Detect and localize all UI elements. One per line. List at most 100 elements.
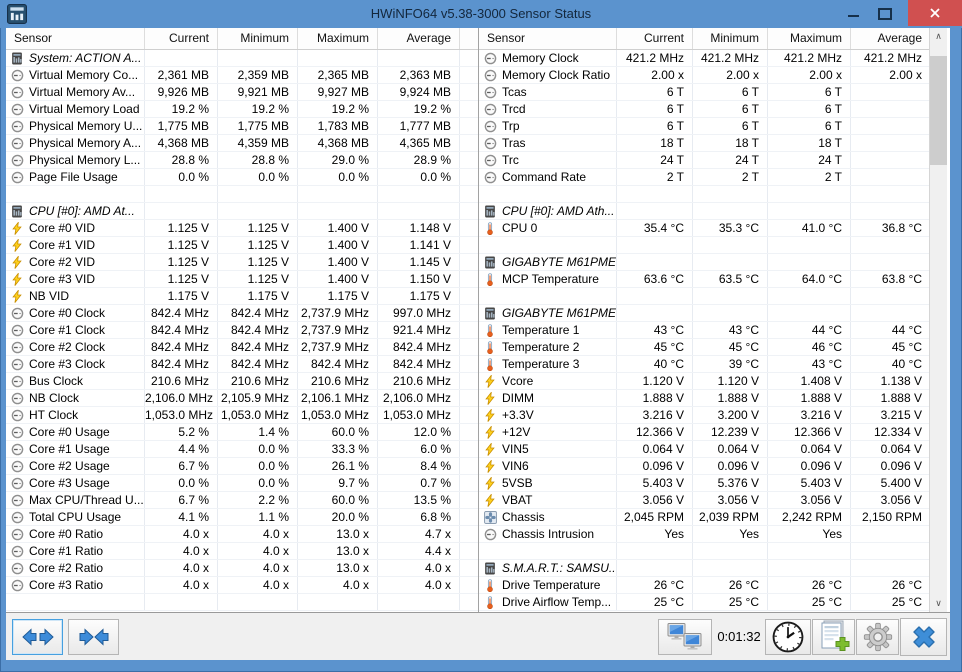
sensor-row[interactable]: Temperature 2 45 °C 45 °C 46 °C 45 °C	[479, 339, 930, 356]
sensor-row[interactable]: Core #0 VID 1.125 V 1.125 V 1.400 V 1.148 V	[6, 220, 478, 237]
column-header-minimum[interactable]: Minimum	[693, 28, 768, 49]
sensor-row[interactable]: Physical Memory L... 28.8 % 28.8 % 29.0 % 28…	[6, 152, 478, 169]
sensor-row[interactable]: Core #0 Clock 842.4 MHz 842.4 MHz 2,737.9 M…	[6, 305, 478, 322]
sensor-row[interactable]: Virtual Memory Load 19.2 % 19.2 % 19.2 % 19.…	[6, 101, 478, 118]
sensor-row[interactable]: Trp 6 T6 T6 T	[479, 118, 930, 135]
sensor-row[interactable]: Core #1 Usage 4.4 % 0.0 % 33.3 % 6.0 %	[6, 441, 478, 458]
clock-button[interactable]	[765, 619, 811, 655]
sensor-row[interactable]: Chassis Intrusion Yes Yes Yes	[479, 526, 930, 543]
sensor-row[interactable]: Core #1 Ratio 4.0 x 4.0 x 13.0 x 4.4 x	[6, 543, 478, 560]
sensor-row[interactable]: Total CPU Usage 4.1 % 1.1 % 20.0 % 6.8 %	[6, 509, 478, 526]
scroll-up-button[interactable]: ∧	[930, 28, 947, 45]
sensor-row[interactable]: NB Clock 2,106.0 MHz 2,105.9 MHz 2,106.1 MH…	[6, 390, 478, 407]
sensor-row[interactable]: Core #3 VID 1.125 V 1.125 V 1.400 V 1.150 V	[6, 271, 478, 288]
value-current: 9,926 MB	[145, 84, 218, 100]
sensor-row[interactable]: Command Rate 2 T2 T2 T	[479, 169, 930, 186]
expand-columns-button[interactable]	[12, 619, 63, 655]
sensor-row[interactable]: Memory Clock 421.2 MHz 421.2 MHz 421.2 MHz 4…	[479, 50, 930, 67]
section-row[interactable]: System: ACTION A...	[6, 50, 478, 67]
section-label: S.M.A.R.T.: SAMSU...	[502, 561, 617, 575]
column-header-maximum[interactable]: Maximum	[768, 28, 851, 49]
section-row[interactable]: GIGABYTE M61PME...	[479, 254, 930, 271]
section-row[interactable]: CPU [#0]: AMD At...	[6, 203, 478, 220]
sensor-row[interactable]: Core #2 Usage 6.7 % 0.0 % 26.1 % 8.4 %	[6, 458, 478, 475]
sensor-row[interactable]: Max CPU/Thread U... 6.7 % 2.2 % 60.0 % 13.5 …	[6, 492, 478, 509]
sensor-row[interactable]: VIN6 0.096 V 0.096 V 0.096 V 0.096 V	[479, 458, 930, 475]
sensor-row[interactable]: VBAT 3.056 V 3.056 V 3.056 V 3.056 V	[479, 492, 930, 509]
sensor-label-cell	[479, 186, 617, 202]
sensor-row[interactable]: Tras 18 T 18 T 18 T	[479, 135, 930, 152]
section-row[interactable]: CPU [#0]: AMD Ath...	[479, 203, 930, 220]
sensor-row[interactable]: Temperature 3 40 °C 39 °C 43 °C 40 °C	[479, 356, 930, 373]
collapse-columns-button[interactable]	[68, 619, 119, 655]
value-maximum: 2.00 x	[768, 67, 851, 83]
sensor-row[interactable]: Core #2 Ratio 4.0 x 4.0 x 13.0 x 4.0 x	[6, 560, 478, 577]
column-header-maximum[interactable]: Maximum	[298, 28, 378, 49]
sensor-row[interactable]: Physical Memory A... 4,368 MB 4,359 MB 4,36…	[6, 135, 478, 152]
minimize-button[interactable]	[838, 0, 868, 26]
sensor-row[interactable]: Virtual Memory Av... 9,926 MB 9,921 MB 9,92…	[6, 84, 478, 101]
scroll-down-button[interactable]: ∨	[930, 595, 947, 612]
sensor-row[interactable]: Core #1 Clock 842.4 MHz 842.4 MHz 2,737.9 M…	[6, 322, 478, 339]
close-window-button[interactable]	[908, 0, 962, 26]
sensor-row[interactable]: Virtual Memory Co... 2,361 MB 2,359 MB 2,36…	[6, 67, 478, 84]
value-maximum	[768, 560, 851, 576]
sensor-row[interactable]: Chassis 2,045 RPM 2,039 RPM 2,242 RPM 2,150 …	[479, 509, 930, 526]
sensor-row[interactable]: Core #2 Clock 842.4 MHz 842.4 MHz 2,737.9 M…	[6, 339, 478, 356]
sensor-row[interactable]: Physical Memory U... 1,775 MB 1,775 MB 1,78…	[6, 118, 478, 135]
gauge-icon	[11, 545, 24, 558]
sensor-row[interactable]: Trcd 6 T6 T6 T	[479, 101, 930, 118]
section-row[interactable]: GIGABYTE M61PME...	[479, 305, 930, 322]
titlebar[interactable]: HWiNFO64 v5.38-3000 Sensor Status	[0, 0, 962, 28]
column-header-average[interactable]: Average	[378, 28, 460, 49]
sensor-row[interactable]: Core #3 Ratio 4.0 x 4.0 x 4.0 x 4.0 x	[6, 577, 478, 594]
sensor-row[interactable]: Core #1 VID 1.125 V 1.125 V 1.400 V 1.141 V	[6, 237, 478, 254]
column-header-minimum[interactable]: Minimum	[218, 28, 298, 49]
settings-button[interactable]	[856, 619, 899, 655]
sensor-row[interactable]: Bus Clock 210.6 MHz 210.6 MHz 210.6 MHz 210.…	[6, 373, 478, 390]
sensor-row[interactable]: Trc 24 T 24 T 24 T	[479, 152, 930, 169]
maximize-button[interactable]	[870, 0, 900, 26]
bottom-toolbar: 0:01:32	[6, 613, 950, 660]
sensor-row[interactable]: Tcas 6 T6 T6 T	[479, 84, 930, 101]
spacer-row	[6, 186, 478, 203]
sensor-row[interactable]: Core #0 Usage 5.2 % 1.4 % 60.0 % 12.0 %	[6, 424, 478, 441]
sensor-row[interactable]: MCP Temperature 63.6 °C 63.5 °C 64.0 °C 63.8…	[479, 271, 930, 288]
column-header-current[interactable]: Current	[145, 28, 218, 49]
sensor-row[interactable]: Memory Clock Ratio 2.00 x 2.00 x 2.00 x 2.00…	[479, 67, 930, 84]
sensor-row[interactable]: NB VID 1.175 V 1.175 V 1.175 V 1.175 V	[6, 288, 478, 305]
sensor-row[interactable]: Drive Temperature 26 °C 26 °C 26 °C 26 °C	[479, 577, 930, 594]
sensor-row[interactable]: Drive Airflow Temp... 25 °C 25 °C 25 °C 25 °…	[479, 594, 930, 611]
section-row[interactable]: S.M.A.R.T.: SAMSU...	[479, 560, 930, 577]
value-maximum: 2,737.9 MHz	[298, 322, 378, 338]
sensor-row[interactable]: Vcore 1.120 V 1.120 V 1.408 V 1.138 V	[479, 373, 930, 390]
vertical-scrollbar[interactable]: ∧ ∨	[929, 28, 947, 612]
sensor-row[interactable]: HT Clock 1,053.0 MHz 1,053.0 MHz 1,053.0 MH…	[6, 407, 478, 424]
column-header-sensor[interactable]: Sensor	[6, 28, 145, 49]
sensor-row[interactable]: Page File Usage 0.0 % 0.0 % 0.0 % 0.0 %	[6, 169, 478, 186]
column-header-average[interactable]: Average	[851, 28, 930, 49]
spare-cell	[460, 186, 478, 202]
column-header-sensor[interactable]: Sensor	[479, 28, 617, 49]
sensor-row[interactable]: Core #3 Clock 842.4 MHz 842.4 MHz 842.4 MHz…	[6, 356, 478, 373]
sensor-row[interactable]: Temperature 1 43 °C 43 °C 44 °C 44 °C	[479, 322, 930, 339]
sensor-label-cell: Trc	[479, 152, 617, 168]
sensor-label: Temperature 1	[502, 323, 580, 337]
sensor-label-cell: Core #3 Ratio	[6, 577, 145, 593]
column-header-current[interactable]: Current	[617, 28, 693, 49]
sensor-row[interactable]: CPU 0 35.4 °C 35.3 °C 41.0 °C 36.8 °C	[479, 220, 930, 237]
sensor-row[interactable]: VIN5 0.064 V 0.064 V 0.064 V 0.064 V	[479, 441, 930, 458]
sensor-row[interactable]: 5VSB 5.403 V 5.376 V 5.403 V 5.400 V	[479, 475, 930, 492]
sensor-row[interactable]: Core #0 Ratio 4.0 x 4.0 x 13.0 x 4.7 x	[6, 526, 478, 543]
maximize-icon	[878, 8, 892, 20]
sensor-row[interactable]: Core #3 Usage 0.0 % 0.0 % 9.7 % 0.7 %	[6, 475, 478, 492]
close-sensors-button[interactable]	[900, 618, 947, 656]
thermometer-icon	[484, 323, 497, 337]
sensor-row[interactable]: DIMM 1.888 V 1.888 V 1.888 V 1.888 V	[479, 390, 930, 407]
sensor-row[interactable]: +3.3V 3.216 V 3.200 V 3.216 V 3.215 V	[479, 407, 930, 424]
sensor-row[interactable]: Core #2 VID 1.125 V 1.125 V 1.400 V 1.145 V	[6, 254, 478, 271]
remote-monitoring-button[interactable]	[658, 619, 712, 655]
scrollbar-thumb[interactable]	[930, 56, 947, 165]
report-log-button[interactable]	[812, 619, 855, 655]
sensor-row[interactable]: +12V 12.366 V 12.239 V 12.366 V 12.334 V	[479, 424, 930, 441]
